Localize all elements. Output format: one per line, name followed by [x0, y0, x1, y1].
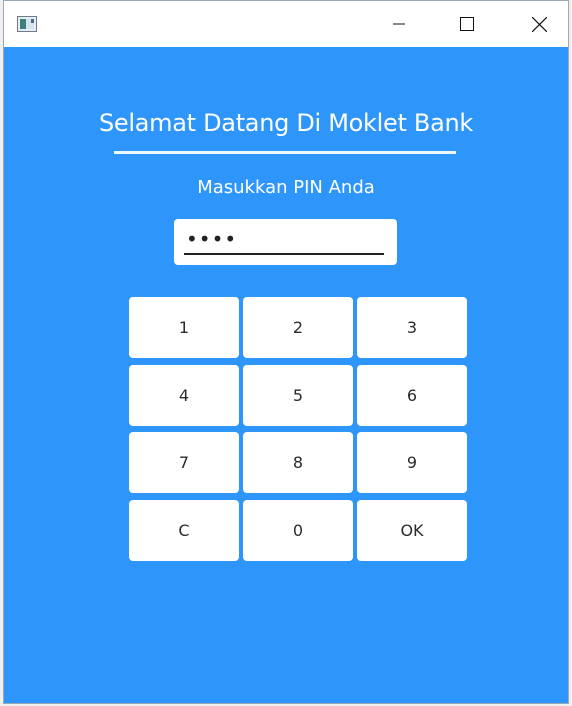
- welcome-heading: Selamat Datang Di Moklet Bank: [99, 109, 473, 137]
- minimize-button[interactable]: [376, 1, 422, 47]
- pin-prompt: Masukkan PIN Anda: [197, 177, 375, 198]
- pin-input[interactable]: [184, 225, 384, 255]
- key-6[interactable]: 6: [357, 365, 467, 426]
- key-2[interactable]: 2: [243, 297, 353, 358]
- key-7[interactable]: 7: [129, 432, 239, 493]
- clear-button[interactable]: C: [129, 500, 239, 561]
- close-button[interactable]: [516, 1, 562, 47]
- ok-button[interactable]: OK: [357, 500, 467, 561]
- app-icon: [17, 16, 37, 32]
- minimize-icon: [393, 18, 405, 30]
- key-5[interactable]: 5: [243, 365, 353, 426]
- key-9[interactable]: 9: [357, 432, 467, 493]
- keypad: 1 2 3 4 5 6 7 8 9 C 0 OK: [129, 297, 467, 561]
- title-bar[interactable]: [4, 1, 568, 47]
- close-icon: [531, 16, 547, 32]
- app-window: Selamat Datang Di Moklet Bank Masukkan P…: [3, 0, 569, 704]
- maximize-icon: [460, 17, 474, 31]
- heading-divider: [114, 151, 456, 154]
- key-4[interactable]: 4: [129, 365, 239, 426]
- maximize-button[interactable]: [444, 1, 490, 47]
- pin-field-container: [174, 219, 397, 265]
- main-panel: Selamat Datang Di Moklet Bank Masukkan P…: [4, 47, 568, 703]
- key-0[interactable]: 0: [243, 500, 353, 561]
- key-1[interactable]: 1: [129, 297, 239, 358]
- key-8[interactable]: 8: [243, 432, 353, 493]
- key-3[interactable]: 3: [357, 297, 467, 358]
